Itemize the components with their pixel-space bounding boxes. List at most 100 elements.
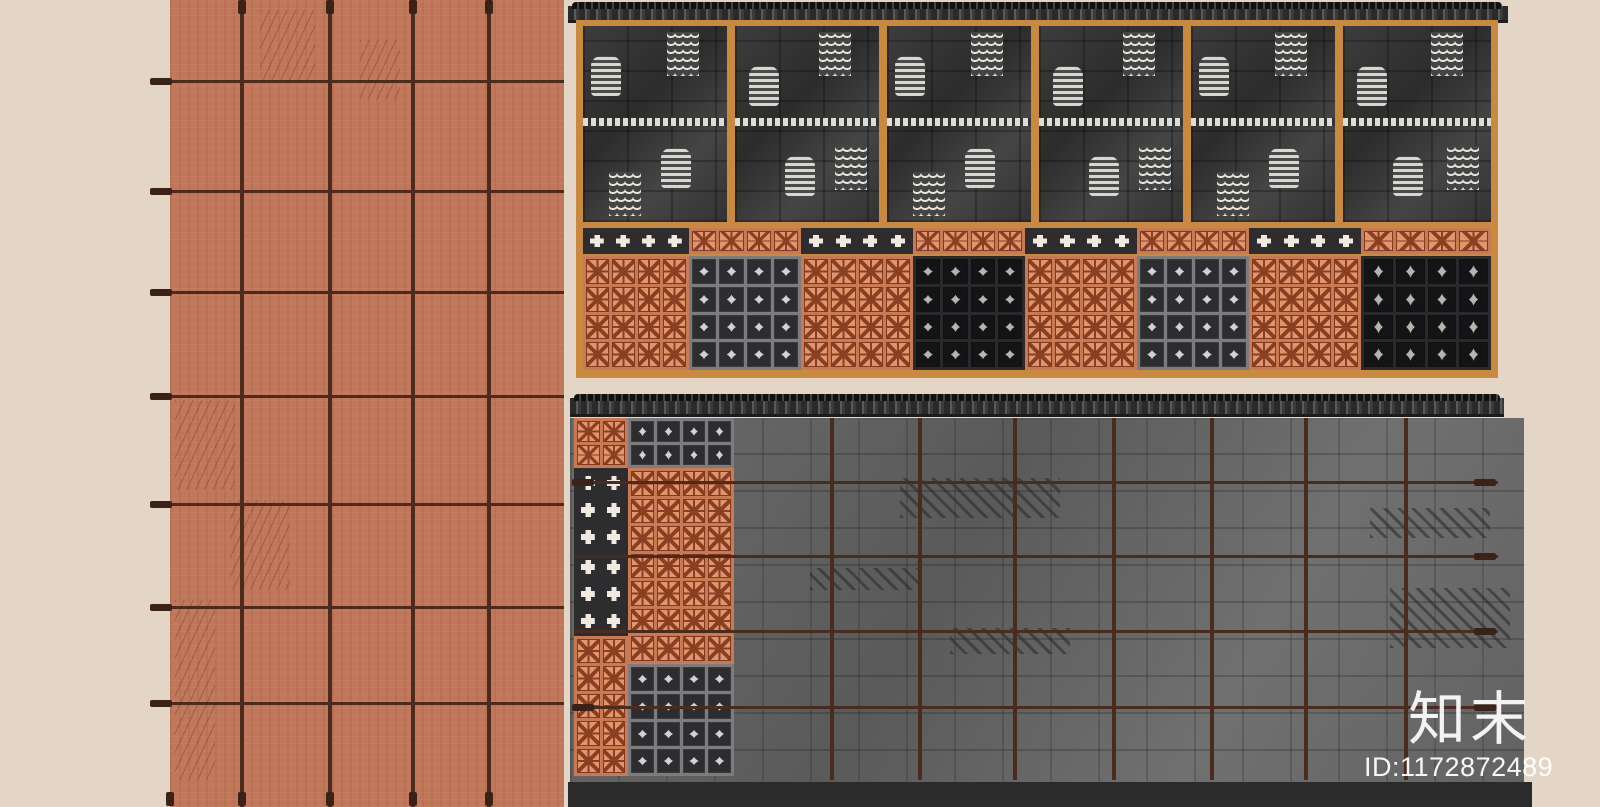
timber-rail [170,606,564,609]
beam-end-peg [150,188,172,195]
breeze-block-panel-grey [1137,256,1249,370]
tile-band [1191,118,1335,126]
timber-rail [170,291,564,294]
fish-scale-tiles [1447,146,1479,190]
breeze-block-cross-strip [583,228,689,254]
herringbone-brick-patch [1390,588,1510,648]
timber-post [918,418,922,780]
post-end-peg [485,0,493,14]
breeze-block-panel-orange [1025,256,1137,370]
post-end-peg [238,0,246,14]
timber-rail [170,503,564,506]
timber-post [1112,418,1116,780]
asset-id-label: ID:1172872489 [1364,752,1554,782]
fish-scale-tiles [1431,32,1463,76]
beam-end-peg [1474,479,1496,486]
breeze-block-orange-strip [1361,228,1491,254]
stacked-roof-tiles [591,56,621,96]
timber-rail [574,481,1498,484]
breeze-block-cross-strip [801,228,913,254]
timber-rail [574,630,1498,633]
breeze-block-panel-dark [1361,256,1491,370]
fish-scale-tiles [971,32,1003,76]
tile-screen-wall [576,20,1498,378]
fish-scale-tiles [835,146,867,190]
timber-post [1210,418,1214,780]
stacked-roof-tiles [1053,66,1083,106]
brick-hatch-pattern [230,500,290,590]
beam-end-peg [150,78,172,85]
breeze-block-cross-strip [1025,228,1137,254]
fish-scale-tiles [667,32,699,76]
breeze-block-panel-grey [689,256,801,370]
fish-scale-tiles [1217,172,1249,216]
timber-post [240,0,244,807]
brick-hatch-pattern [360,40,400,100]
tile-band [887,118,1031,126]
breeze-block-orange-strip [913,228,1025,254]
post-end-peg [326,0,334,14]
breeze-block-panel-orange [583,256,689,370]
stacked-roof-tiles [1199,56,1229,96]
tile-mosaic-panel [1039,26,1183,222]
breeze-block-orange-strip [689,228,801,254]
breeze-block-column-orange [628,468,734,664]
beam-end-peg [1474,628,1496,635]
tile-band [1039,118,1183,126]
post-end-peg [326,792,334,806]
tile-band [583,118,727,126]
stacked-roof-tiles [1089,156,1119,196]
breeze-block-cross-strip [1249,228,1361,254]
stacked-roof-tiles [749,66,779,106]
timber-post [830,418,834,780]
post-end-peg [238,792,246,806]
timber-rail [170,80,564,83]
beam-end-peg [150,700,172,707]
timber-rail [170,395,564,398]
timber-post [328,0,332,807]
brand-logo-watermark: 知末 [1408,685,1533,753]
timber-post [411,0,415,807]
stacked-roof-tiles [661,148,691,188]
timber-rail [574,706,1498,709]
tile-band [735,118,879,126]
breeze-block-panel-dark [913,256,1025,370]
beam-end-peg [150,289,172,296]
herringbone-brick-patch [810,568,920,590]
roof-ridge [572,2,1502,9]
timber-post [487,0,491,807]
breeze-block-panel-orange [1249,256,1361,370]
stacked-roof-tiles [1357,66,1387,106]
roof-ridge [574,394,1500,401]
herringbone-brick-patch [900,478,1060,518]
brick-hatch-pattern [175,400,235,490]
breeze-block-orange-strip [1137,228,1249,254]
tile-mosaic-panel [887,26,1031,222]
fish-scale-tiles [819,32,851,76]
wall-base-plinth [568,782,1532,807]
breeze-block-column-cross [574,552,628,636]
post-end-peg [409,0,417,14]
breeze-block-panel-orange [801,256,913,370]
brick-hatch-pattern [260,10,315,80]
brick-hatch-pattern [175,600,215,780]
beam-end-peg [150,604,172,611]
beam-end-peg [1474,553,1496,560]
stacked-roof-tiles [1269,148,1299,188]
fish-scale-tiles [609,172,641,216]
stacked-roof-tiles [785,156,815,196]
fish-scale-tiles [913,172,945,216]
timber-rail [574,555,1498,558]
timber-post [1013,418,1017,780]
post-end-peg [409,792,417,806]
tile-band [1343,118,1491,126]
tile-mosaic-panel [735,26,879,222]
stacked-roof-tiles [895,56,925,96]
timber-post [1304,418,1308,780]
tile-mosaic-panel [1191,26,1335,222]
beam-end-peg [150,393,172,400]
breeze-block-column-grey [628,664,734,776]
timber-rail [170,190,564,193]
post-end-peg [166,792,174,806]
beam-end-peg [150,501,172,508]
